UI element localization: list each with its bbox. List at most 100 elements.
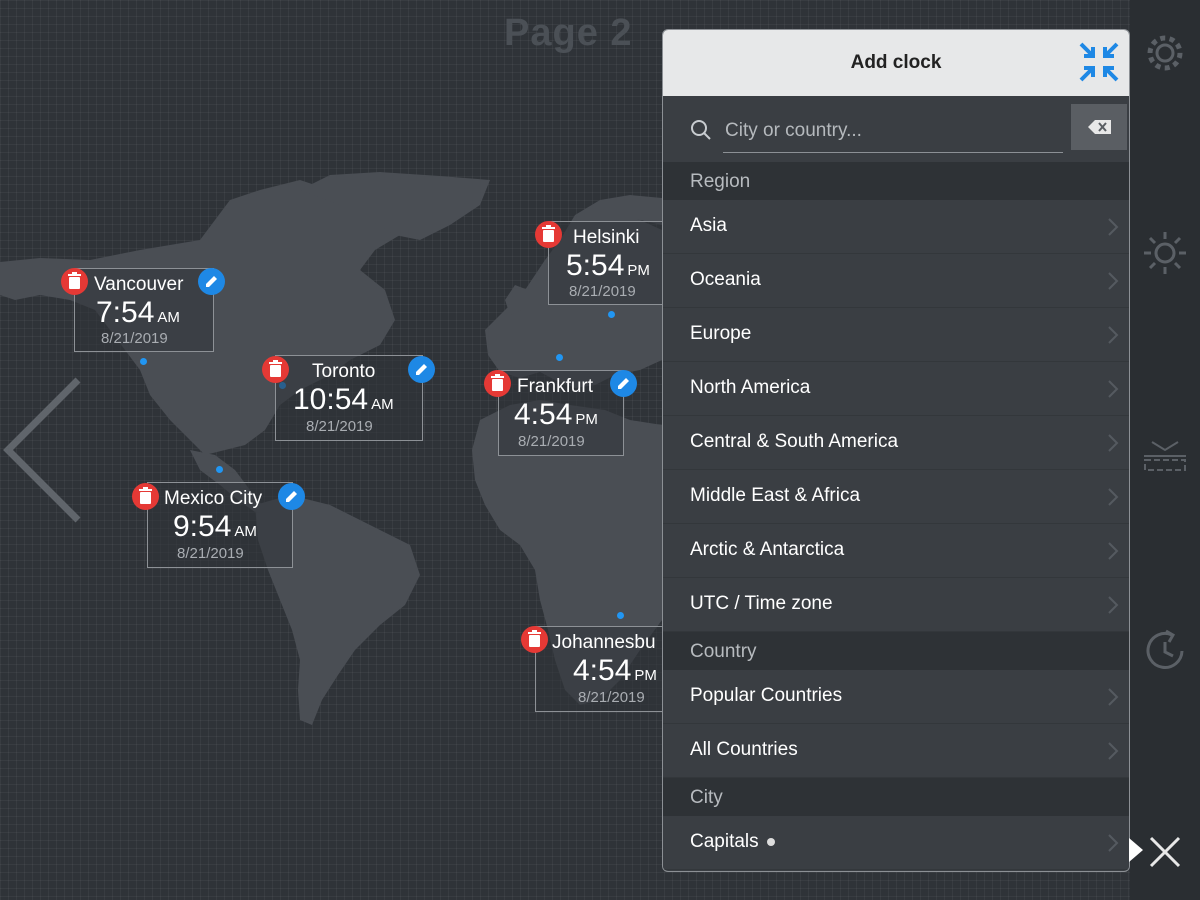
clear-search-button[interactable] — [1071, 104, 1127, 150]
display-mode-icon[interactable] — [1142, 432, 1188, 478]
location-dot — [608, 311, 615, 318]
clock-date: 8/21/2019 — [518, 433, 585, 450]
clock-date: 8/21/2019 — [177, 545, 244, 562]
pencil-icon — [206, 276, 217, 287]
delete-clock-button[interactable] — [61, 268, 88, 295]
add-clock-panel: Add clock Region Asia Oceania Europe Nor… — [662, 29, 1130, 872]
clock-time: 4:54 PM — [514, 398, 598, 432]
time-value: 10:54 — [293, 383, 369, 416]
location-dot — [556, 354, 563, 361]
list-item-label: Oceania — [690, 269, 761, 290]
clock-date: 8/21/2019 — [101, 330, 168, 347]
delete-clock-button[interactable] — [132, 483, 159, 510]
chevron-right-icon — [1108, 742, 1119, 760]
am-pm: PM — [634, 667, 657, 684]
clock-city: Helsinki — [573, 227, 640, 248]
time-value: 7:54 — [96, 296, 155, 329]
list-item-label: Asia — [690, 215, 727, 236]
indicator-dot — [766, 837, 775, 846]
list-item-popular-countries[interactable]: Popular Countries — [663, 670, 1129, 724]
clock-date: 8/21/2019 — [306, 418, 373, 435]
section-title: City — [690, 787, 723, 808]
brightness-icon[interactable] — [1142, 230, 1188, 276]
list-item-middle-east-africa[interactable]: Middle East & Africa — [663, 470, 1129, 524]
time-value: 9:54 — [173, 510, 232, 543]
list-item-label: North America — [690, 377, 811, 398]
page-title: Page 2 — [504, 12, 633, 54]
panel-header: Add clock — [663, 30, 1129, 96]
section-header-region: Region — [663, 162, 1129, 200]
trash-icon — [139, 487, 152, 504]
list-item-europe[interactable]: Europe — [663, 308, 1129, 362]
trash-icon — [269, 360, 282, 377]
chevron-right-icon — [1108, 434, 1119, 452]
collapse-icon[interactable] — [1077, 40, 1121, 84]
list-item-utc-time-zone[interactable]: UTC / Time zone — [663, 578, 1129, 632]
trash-icon — [528, 630, 541, 647]
section-title: Country — [690, 641, 757, 662]
delete-clock-button[interactable] — [262, 356, 289, 383]
clock-sync-icon[interactable] — [1142, 628, 1188, 674]
chevron-right-icon — [1108, 380, 1119, 398]
edit-clock-button[interactable] — [198, 268, 225, 295]
clock-city: Toronto — [312, 361, 376, 382]
delete-clock-button[interactable] — [521, 626, 548, 653]
list-item-asia[interactable]: Asia — [663, 200, 1129, 254]
location-dot — [140, 358, 147, 365]
backspace-icon — [1088, 120, 1111, 134]
list-item-label: Capitals — [690, 831, 775, 853]
delete-clock-button[interactable] — [484, 370, 511, 397]
chevron-right-icon — [1108, 488, 1119, 506]
list-item-arctic-antarctica[interactable]: Arctic & Antarctica — [663, 524, 1129, 578]
trash-icon — [68, 272, 81, 289]
list-item-central-south-america[interactable]: Central & South America — [663, 416, 1129, 470]
am-pm: PM — [575, 411, 598, 428]
trash-icon — [542, 225, 555, 242]
am-pm: AM — [157, 309, 180, 326]
search-icon — [691, 120, 711, 140]
chevron-right-icon — [1108, 326, 1119, 344]
chevron-right-icon — [1108, 834, 1119, 852]
time-value: 4:54 — [573, 654, 632, 687]
clock-date: 8/21/2019 — [578, 689, 645, 706]
clock-city: Frankfurt — [517, 376, 594, 397]
list-item-label: Central & South America — [690, 431, 899, 452]
time-value: 4:54 — [514, 398, 573, 431]
right-toolbar — [1130, 0, 1200, 900]
am-pm: PM — [627, 262, 650, 279]
pencil-icon — [286, 491, 297, 502]
am-pm: AM — [234, 523, 257, 540]
gear-icon[interactable] — [1142, 30, 1188, 76]
chevron-right-icon — [1108, 596, 1119, 614]
pencil-icon — [416, 364, 427, 375]
list-item-label: All Countries — [690, 739, 798, 760]
list-item-all-countries[interactable]: All Countries — [663, 724, 1129, 778]
close-icon[interactable] — [1143, 830, 1187, 874]
list-item-label: Popular Countries — [690, 685, 843, 706]
clock-city: Mexico City — [164, 488, 263, 509]
panel-title: Add clock — [850, 52, 942, 73]
list-item-label: UTC / Time zone — [690, 593, 833, 614]
clock-city: Johannesbu — [552, 632, 656, 653]
list-item-label: Middle East & Africa — [690, 485, 861, 506]
edit-clock-button[interactable] — [610, 370, 637, 397]
list-item-label: Europe — [690, 323, 752, 344]
edit-clock-button[interactable] — [408, 356, 435, 383]
edit-clock-button[interactable] — [278, 483, 305, 510]
chevron-right-icon — [1108, 272, 1119, 290]
delete-clock-button[interactable] — [535, 221, 562, 248]
section-header-city: City — [663, 778, 1129, 816]
capitals-label: Capitals — [690, 831, 759, 852]
section-header-country: Country — [663, 632, 1129, 670]
list-item-north-america[interactable]: North America — [663, 362, 1129, 416]
previous-page-icon[interactable] — [0, 370, 90, 530]
trash-icon — [491, 374, 504, 391]
chevron-right-icon — [1108, 688, 1119, 706]
chevron-right-icon — [1108, 542, 1119, 560]
list-item-capitals[interactable]: Capitals — [663, 816, 1129, 870]
clock-date: 8/21/2019 — [569, 283, 636, 300]
section-title: Region — [690, 171, 751, 192]
clock-time: 9:54 AM — [173, 510, 257, 544]
list-item-oceania[interactable]: Oceania — [663, 254, 1129, 308]
search-input[interactable] — [723, 110, 1063, 153]
